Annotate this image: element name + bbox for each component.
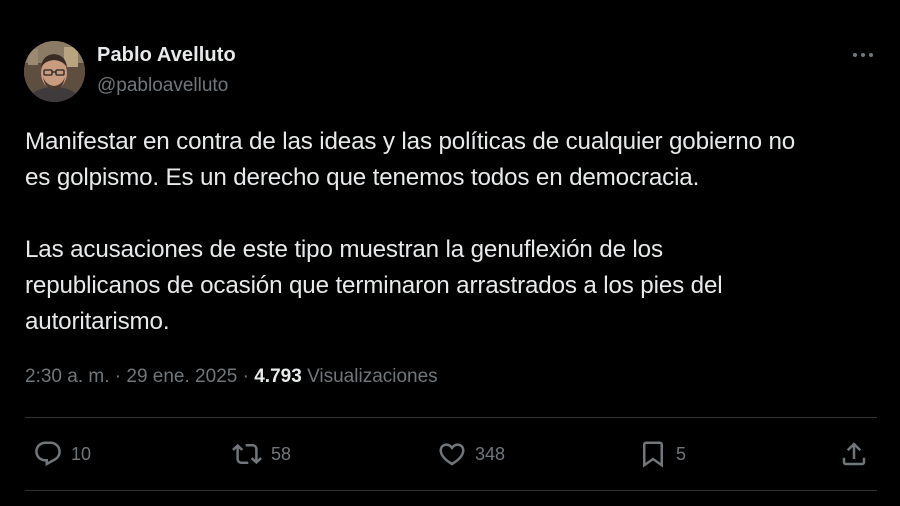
share-button[interactable] (839, 438, 869, 470)
tweet-text: Manifestar en contra de las ideas y las … (25, 128, 796, 335)
tweet-card: Pablo Avelluto @pabloavelluto Manifestar… (0, 0, 900, 506)
divider (25, 490, 877, 491)
tweet-date[interactable]: 29 ene. 2025 (126, 366, 237, 387)
author-handle[interactable]: @pabloavelluto (97, 75, 228, 97)
heart-icon (439, 443, 465, 466)
repost-count: 58 (271, 443, 292, 464)
like-count: 348 (475, 443, 506, 464)
bookmark-icon (643, 441, 663, 468)
bookmark-button[interactable]: 5 (638, 438, 686, 470)
bookmark-count: 5 (676, 443, 687, 464)
views-label: Visualizaciones (307, 366, 438, 387)
reply-count: 10 (71, 443, 92, 464)
views-count: 4.793 (254, 366, 302, 387)
author-name[interactable]: Pablo Avelluto (97, 44, 236, 67)
like-button[interactable]: 348 (437, 438, 505, 470)
more-dots-icon (853, 53, 873, 57)
tweet-meta: 2:30 a. m. · 29 ene. 2025 · 4.793 Visual… (25, 366, 438, 388)
meta-separator: · (114, 366, 122, 387)
reply-button[interactable]: 10 (33, 438, 91, 470)
share-upload-icon (842, 442, 866, 466)
meta-separator: · (242, 366, 249, 387)
repost-button[interactable]: 58 (231, 438, 291, 470)
reply-bubble-icon (35, 441, 61, 467)
tweet-time[interactable]: 2:30 a. m. (25, 366, 110, 387)
repost-arrows-icon (232, 443, 262, 465)
more-button[interactable] (846, 44, 876, 66)
divider (25, 417, 877, 418)
avatar[interactable] (24, 41, 85, 102)
